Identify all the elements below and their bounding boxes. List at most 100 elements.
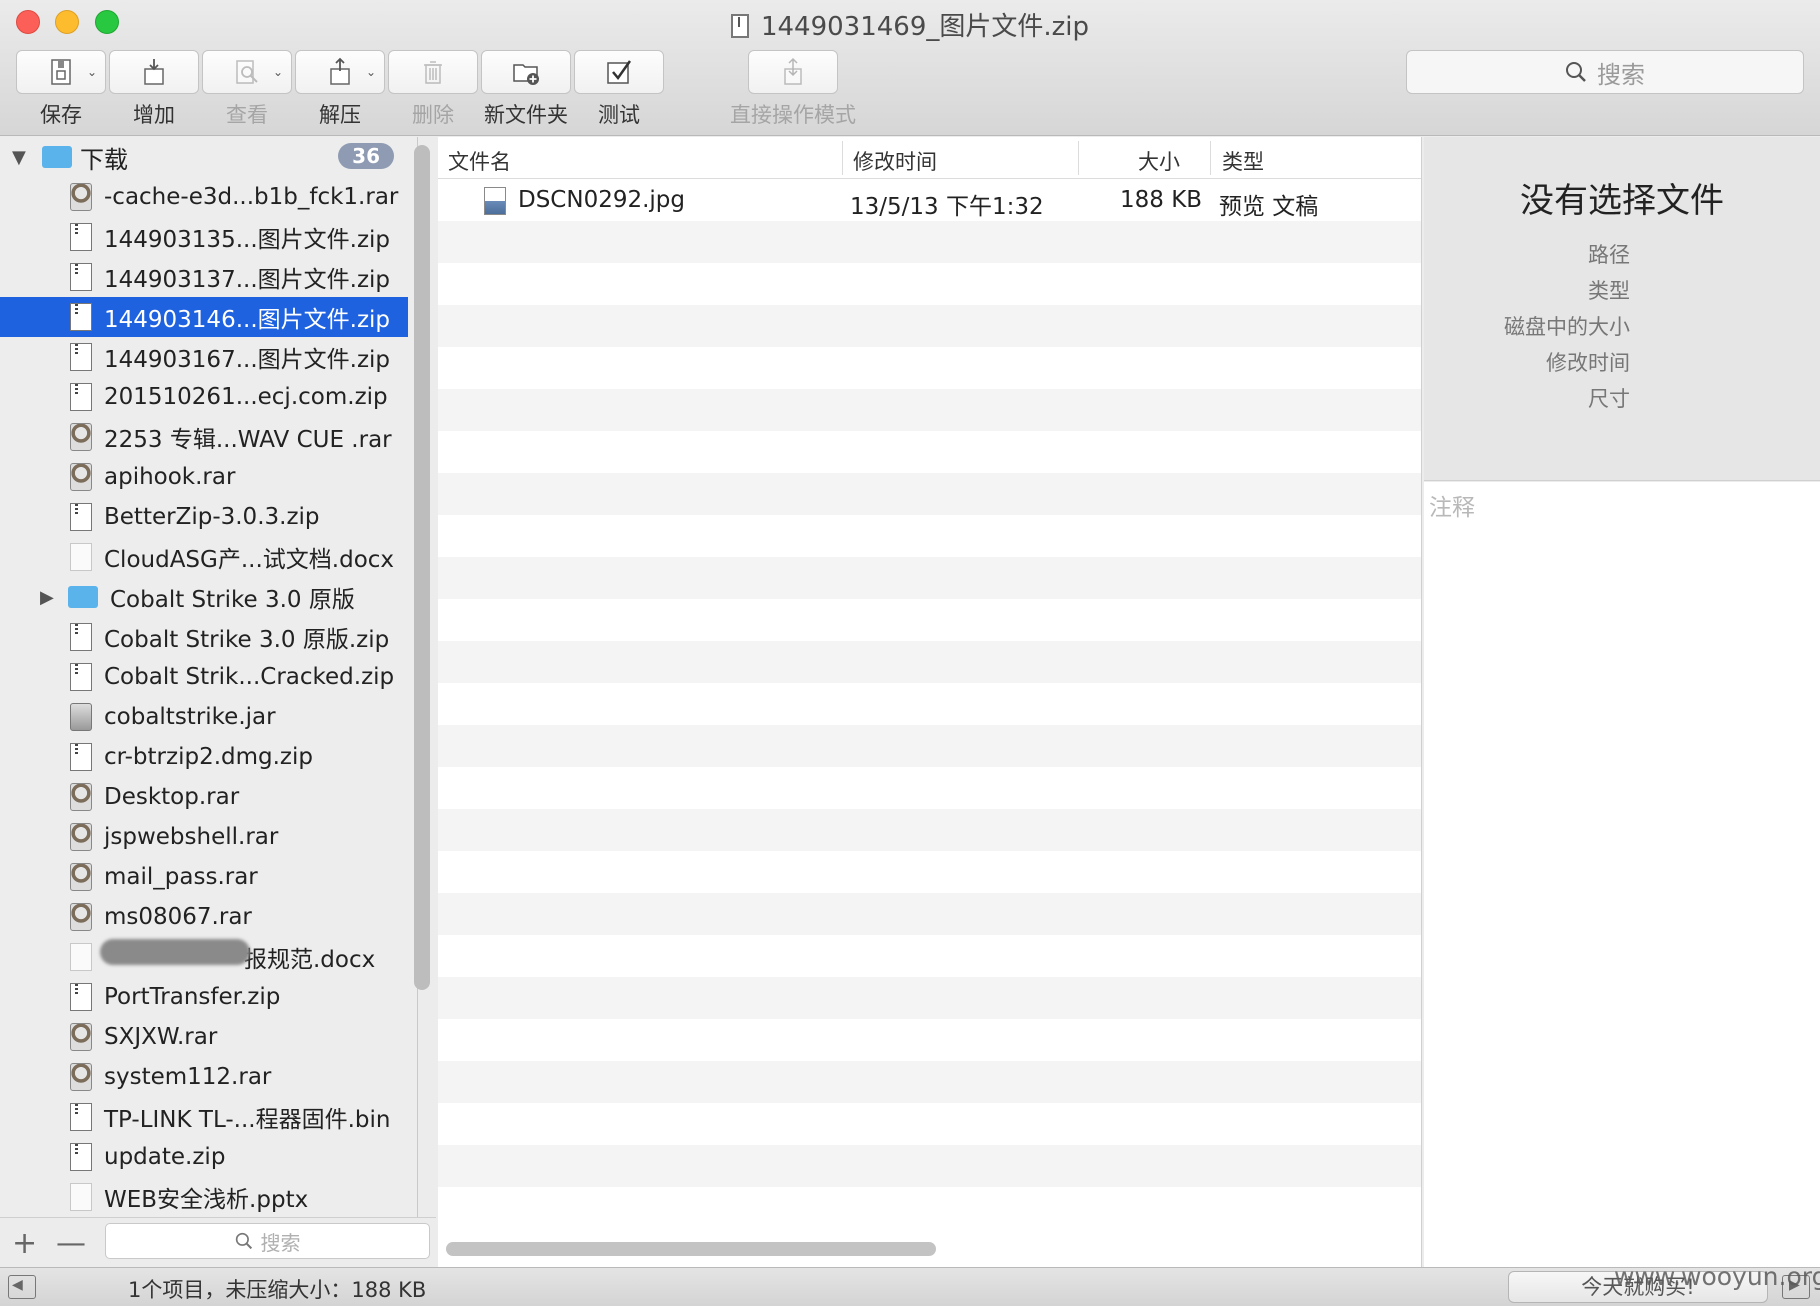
remove-location-button[interactable]: — [56,1226,86,1261]
no-selection-title: 没有选择文件 [1520,181,1724,221]
rar-icon [70,1023,92,1051]
test-button-frame[interactable] [574,50,664,94]
view-button[interactable]: ⌄ 查看 [202,50,292,129]
row-size-cell: 188 KB [1120,187,1203,213]
zip-icon [70,623,92,651]
zip-icon [70,383,92,411]
column-header-size[interactable]: 大小 [1138,146,1180,176]
sidebar-item[interactable]: 144903135...图片文件.zip [0,217,408,257]
trash-icon [424,61,442,84]
toolbar-search-field[interactable]: 搜索 [1406,50,1804,94]
info-panel: 没有选择文件 路径 类型 磁盘中的大小 修改时间 尺寸 [1424,137,1820,481]
sidebar-item[interactable]: 144903137...图片文件.zip [0,257,408,297]
rar-icon [70,903,92,931]
sidebar-search-field[interactable]: 搜索 [105,1223,430,1259]
rar-icon [70,183,92,211]
column-divider[interactable] [1210,141,1211,175]
folder-icon [68,586,98,608]
sidebar-item[interactable]: CloudASG产...试文档.docx [0,537,408,577]
save-button[interactable]: ⌄ 保存 [16,50,106,129]
sidebar-item[interactable]: update.zip [0,1137,408,1177]
sidebar-bottom-bar: + — 搜索 [0,1217,436,1267]
sidebar-item[interactable]: SXJXW.rar [0,1017,408,1057]
new-folder-button-frame[interactable] [481,50,571,94]
zip-icon [70,223,92,251]
status-bar: 1个项目，未压缩大小：188 KB 今天就购买! [0,1267,1820,1306]
document-icon [70,1183,92,1211]
sidebar-item[interactable]: cobaltstrike.jar [0,697,408,737]
sidebar-scrollbar[interactable] [414,145,430,990]
add-button-frame[interactable] [109,50,199,94]
zip-icon [70,343,92,371]
watermark-text: www.wooyun.org [1614,1262,1820,1291]
direct-mode-button-frame[interactable] [748,50,838,94]
sidebar-item[interactable]: apihook.rar [0,457,408,497]
sidebar-item[interactable]: cr-btrzip2.dmg.zip [0,737,408,777]
test-button[interactable]: 测试 [574,50,664,129]
toggle-sidebar-button[interactable] [8,1275,36,1299]
sidebar-item[interactable]: WEB安全浅析.pptx [0,1177,408,1217]
window-title: 1449031469_图片文件.zip [0,6,1820,43]
column-header-modified[interactable]: 修改时间 [853,146,937,176]
sidebar-item[interactable]: Cobalt Strike 3.0 原版.zip [0,617,408,657]
column-header-type[interactable]: 类型 [1222,146,1264,176]
sidebar-item[interactable]: TP-LINK TL-...程器固件.bin [0,1097,408,1137]
sidebar-item[interactable]: BetterZip-3.0.3.zip [0,497,408,537]
add-location-button[interactable]: + [12,1226,37,1261]
column-divider[interactable] [1078,141,1079,175]
sidebar-item[interactable]: Cobalt Strik...Cracked.zip [0,657,408,697]
table-row[interactable]: DSCN0292.jpg 13/5/13 下午1:32 188 KB 预览 文稿 [438,179,1421,221]
sidebar-item[interactable]: 144903167...图片文件.zip [0,337,408,377]
rar-icon [70,423,92,451]
direct-mode-button[interactable]: 直接操作模式 [730,50,856,129]
delete-button[interactable]: 删除 [388,50,478,129]
document-icon [70,543,92,571]
row-type-cell: 预览 文稿 [1219,194,1319,220]
sidebar-item[interactable]: PortTransfer.zip [0,977,408,1017]
info-prop-modified: 修改时间 [1546,351,1630,375]
zip-icon [70,1143,92,1171]
sidebar-root-downloads[interactable]: ▼ 下载 36 [0,137,408,177]
chevron-down-icon: ⌄ [272,65,283,79]
status-summary: 1个项目，未压缩大小：188 KB [128,1278,427,1302]
save-button-frame[interactable]: ⌄ [16,50,106,94]
sidebar-item[interactable]: mail_pass.rar [0,857,408,897]
sidebar-item[interactable]: -cache-e3d...b1b_fck1.rar [0,177,408,217]
app-window: 1449031469_图片文件.zip ⌄ 保存 增加 ⌄ 查看 ⌄ 解压 删除… [0,0,1820,1306]
sidebar-item[interactable]: 2253 专辑...WAV CUE .rar [0,417,408,457]
extract-button[interactable]: ⌄ 解压 [295,50,385,129]
titlebar-toolbar: 1449031469_图片文件.zip ⌄ 保存 增加 ⌄ 查看 ⌄ 解压 删除… [0,0,1820,136]
disclosure-triangle-expanded-icon[interactable]: ▼ [12,147,36,168]
view-magnifier-icon [236,60,258,84]
horizontal-scrollbar[interactable] [446,1242,936,1256]
new-folder-button[interactable]: 新文件夹 [481,50,571,129]
zip-document-icon [730,14,749,38]
zip-icon [70,743,92,771]
document-icon [70,943,92,971]
sidebar-item[interactable]: 201510261...ecj.com.zip [0,377,408,417]
info-prop-path: 路径 [1588,243,1630,267]
sidebar-item[interactable]: ms08067.rar [0,897,408,937]
disclosure-triangle-collapsed-icon[interactable]: ▶ [40,587,54,608]
comment-textarea[interactable]: 注释 [1424,482,1820,1267]
sidebar-item-selected[interactable]: 144903146...图片文件.zip [0,297,408,337]
delete-button-frame[interactable] [388,50,478,94]
sidebar-item-folder[interactable]: ▶ Cobalt Strike 3.0 原版 [0,577,408,617]
sidebar-item[interactable]: Desktop.rar [0,777,408,817]
archive-file-list: 文件名 修改时间 大小 类型 DSCN0292.jpg 13/5/13 下午1:… [438,137,1422,1267]
rar-icon [70,1063,92,1091]
add-button[interactable]: 增加 [109,50,199,129]
column-header-name[interactable]: 文件名 [448,146,511,176]
extract-icon [330,57,350,85]
view-button-frame[interactable]: ⌄ [202,50,292,94]
jar-icon [70,703,92,731]
sidebar-item[interactable]: system112.rar [0,1057,408,1097]
row-modified-cell: 13/5/13 下午1:32 [850,194,1044,220]
zip-icon [70,303,92,331]
search-icon [1566,62,1586,82]
info-prop-type: 类型 [1588,279,1630,303]
chevron-down-icon: ⌄ [365,65,376,79]
extract-button-frame[interactable]: ⌄ [295,50,385,94]
column-divider[interactable] [842,141,843,175]
sidebar-item[interactable]: jspwebshell.rar [0,817,408,857]
